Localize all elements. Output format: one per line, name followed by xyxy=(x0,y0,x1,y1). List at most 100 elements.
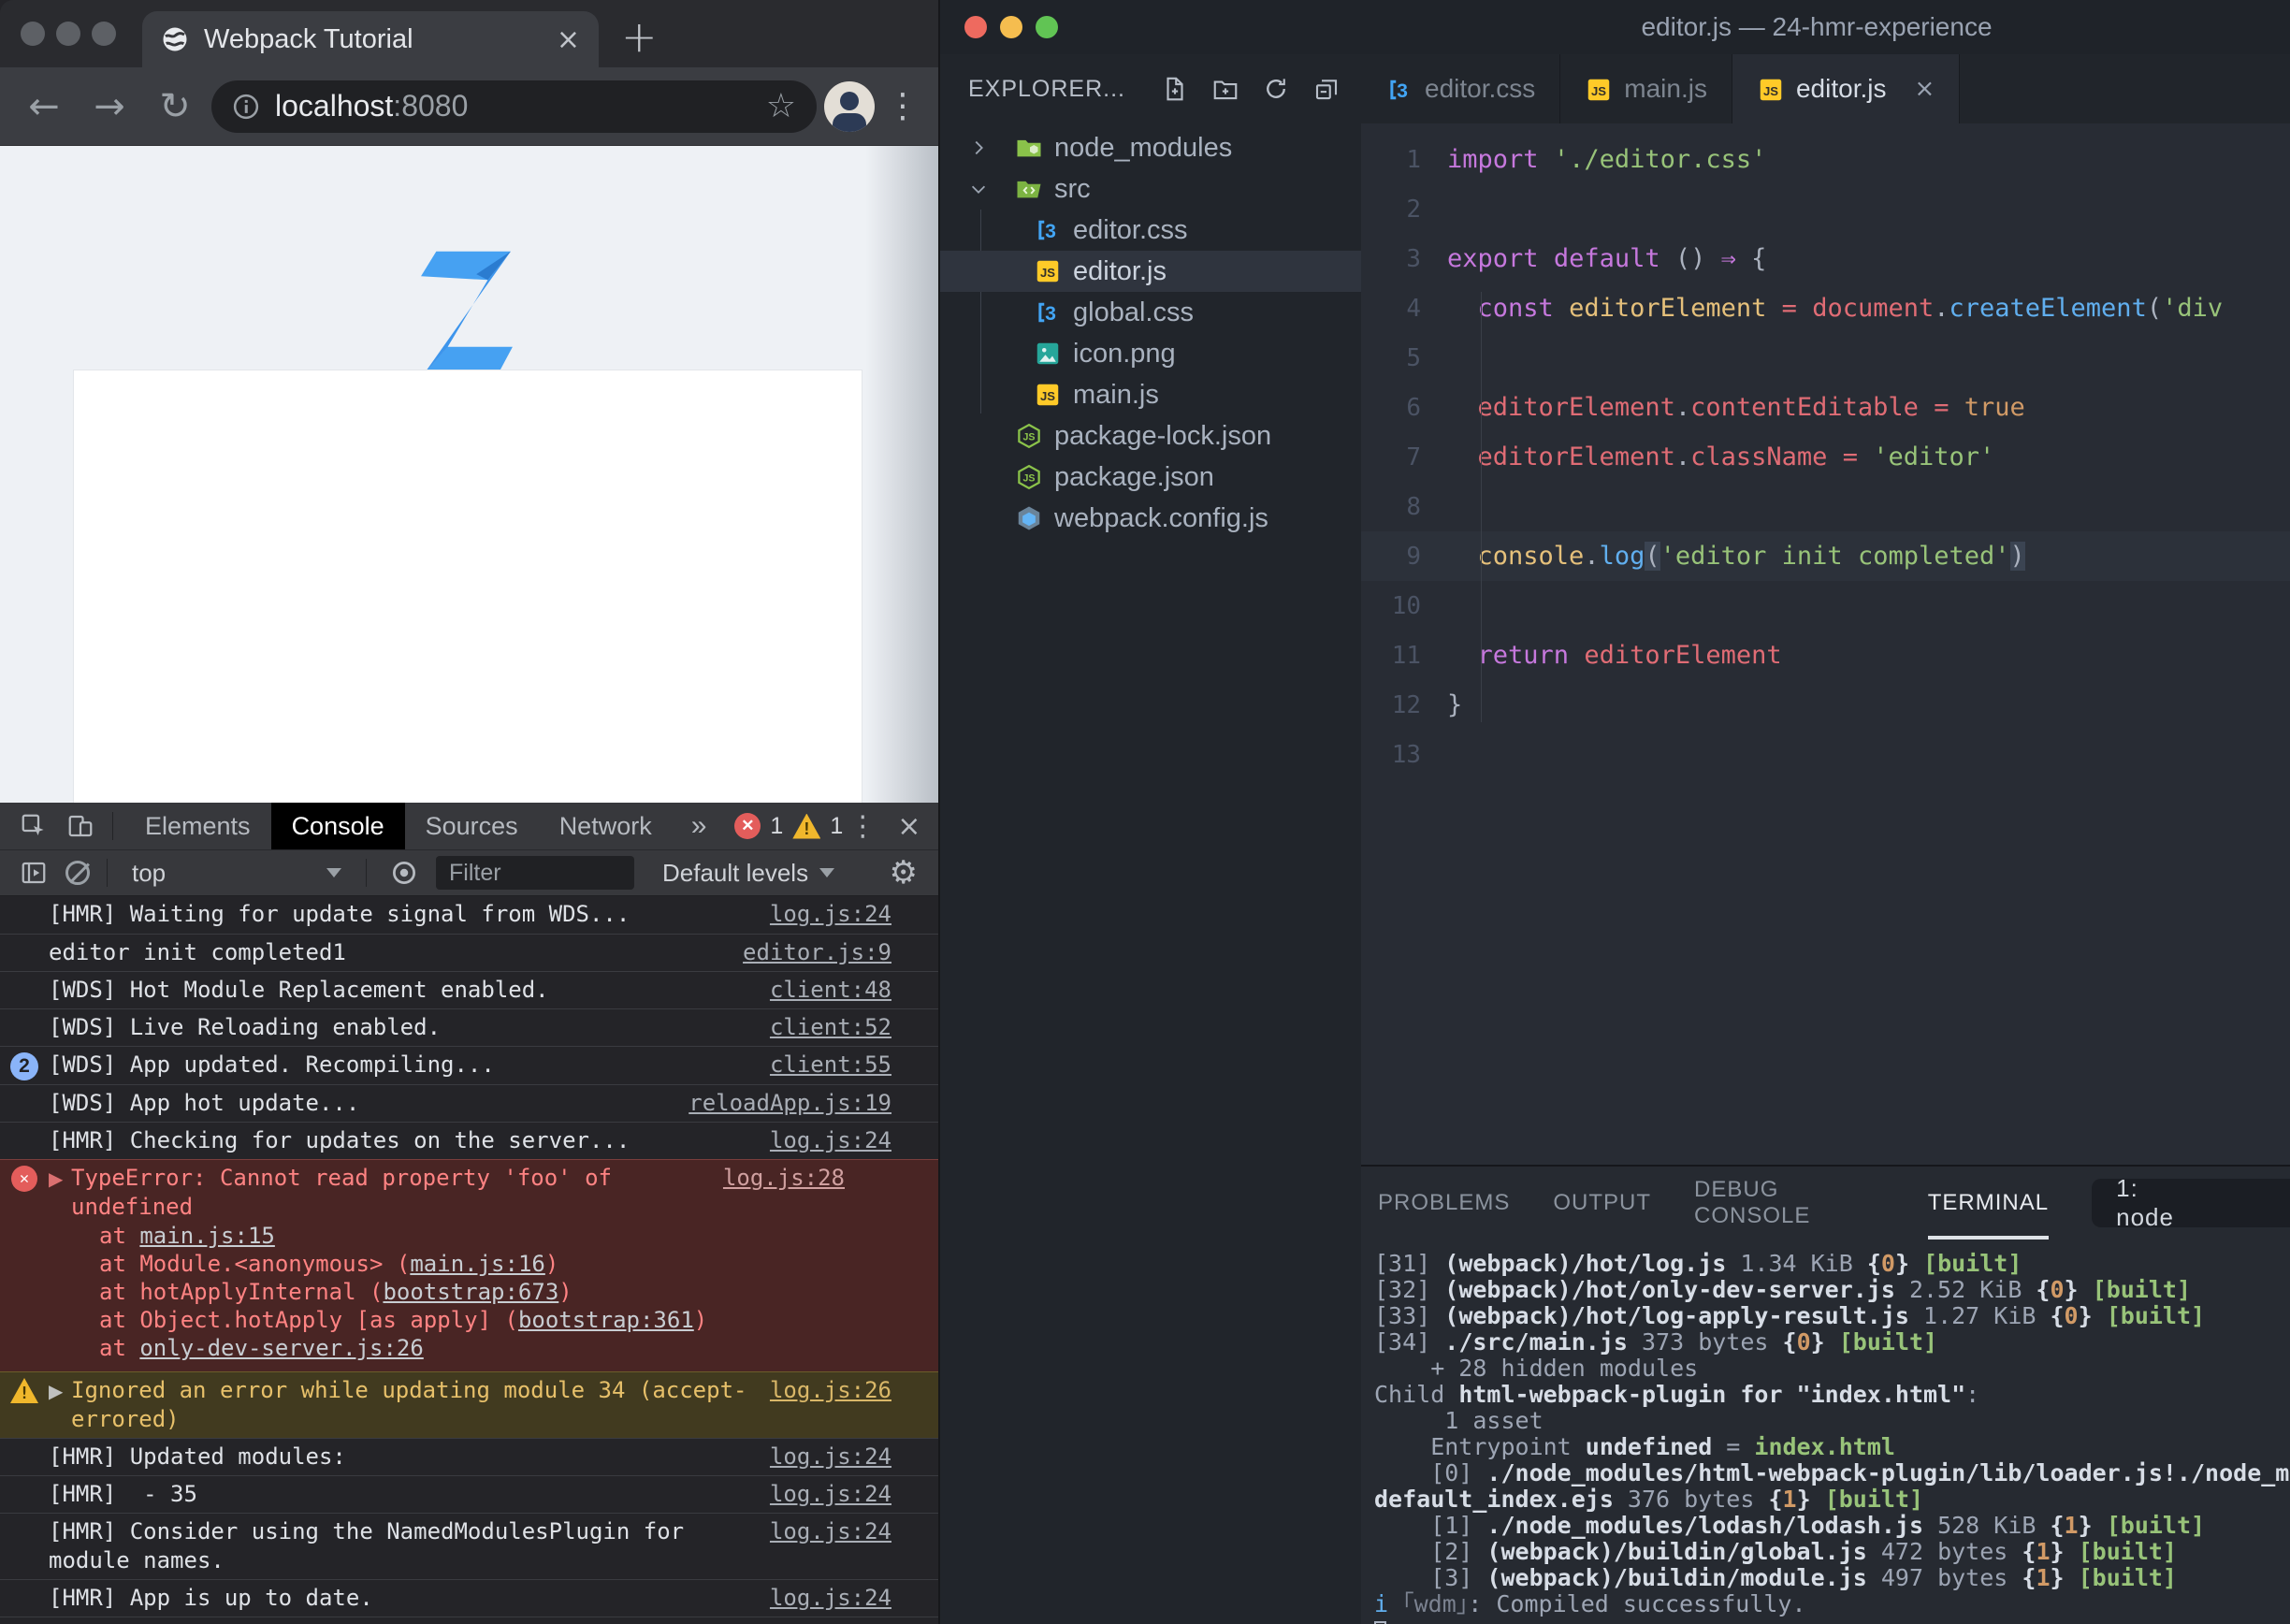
tree-item-label: editor.css xyxy=(1073,214,1188,245)
console-filter-input[interactable] xyxy=(436,856,634,890)
devtools-tab-elements[interactable]: Elements xyxy=(124,803,271,849)
console-source-link[interactable]: log.js:24 xyxy=(770,900,891,929)
browser-tab[interactable]: Webpack Tutorial × xyxy=(142,11,599,67)
console-source-link[interactable]: client:55 xyxy=(770,1051,891,1080)
editor-tab-editor-js[interactable]: JS editor.js × xyxy=(1732,54,1961,123)
eye-icon[interactable] xyxy=(384,859,425,887)
panel-tab-problems[interactable]: PROBLEMS xyxy=(1378,1167,1510,1240)
back-icon[interactable]: ← xyxy=(15,85,73,128)
terminal-line: i ｢wdm｣: Compiled successfully. xyxy=(1374,1590,1806,1617)
console-row-icon-slot xyxy=(0,1584,49,1586)
minimize-window-icon[interactable] xyxy=(1000,16,1022,38)
tree-item-global-css[interactable]: 3 global.css xyxy=(940,292,1361,333)
code-editor[interactable]: 1 import './editor.css' 2 3 export default (… xyxy=(1361,123,2290,1165)
console-row-icon-slot xyxy=(0,1443,49,1444)
kebab-menu-icon[interactable]: ⋮ xyxy=(882,87,923,125)
console-source-link[interactable]: log.js:26 xyxy=(770,1376,891,1405)
terminal-line: [34] ./src/main.js 373 bytes {0} [built] xyxy=(1374,1328,1938,1356)
devtools-kebab-menu-icon[interactable]: ⋮ xyxy=(848,810,877,843)
star-icon[interactable]: ☆ xyxy=(766,87,796,125)
traffic-light-icon[interactable] xyxy=(56,22,80,46)
close-window-icon[interactable] xyxy=(964,16,987,38)
devtools-tab-sources[interactable]: Sources xyxy=(405,803,539,849)
tree-item-editor-css[interactable]: 3 editor.css xyxy=(940,210,1361,251)
more-tabs-icon[interactable]: » xyxy=(678,810,720,842)
console-source-link[interactable]: log.js:24 xyxy=(770,1584,891,1613)
tree-item-src[interactable]: src xyxy=(940,168,1361,210)
tree-item-package-json[interactable]: JS package.json xyxy=(940,457,1361,498)
stack-source-link[interactable]: only-dev-server.js:26 xyxy=(139,1335,423,1361)
collapse-all-icon[interactable] xyxy=(1312,75,1341,103)
stack-source-link[interactable]: bootstrap:361 xyxy=(518,1307,694,1333)
editor-tab-main-js[interactable]: JS main.js xyxy=(1560,54,1732,123)
tree-item-webpack-config-js[interactable]: webpack.config.js xyxy=(940,498,1361,539)
device-toolbar-icon[interactable] xyxy=(60,812,101,840)
devtools-close-icon[interactable]: × xyxy=(897,810,920,843)
svg-text:JS: JS xyxy=(1040,266,1055,280)
console-source-link[interactable]: log.js:28 xyxy=(723,1164,845,1193)
forward-icon[interactable]: → xyxy=(80,85,138,128)
bottom-panel: 1: node PROBLEMS OUTPUT DEBUG CONSOLE TERMI… xyxy=(1361,1165,2290,1624)
avatar[interactable] xyxy=(824,80,875,132)
console-log-row: [WDS] App hot update... reloadApp.js:19 xyxy=(0,1084,938,1122)
tree-item-main-js[interactable]: JS main.js xyxy=(940,374,1361,415)
reload-icon[interactable]: ↻ xyxy=(146,85,204,128)
terminal-line: Entrypoint undefined = index.html xyxy=(1374,1433,1895,1460)
console-source-link[interactable]: client:52 xyxy=(770,1013,891,1042)
console-source-link[interactable]: log.js:24 xyxy=(770,1480,891,1509)
code-line: 4 const editorElement = document.createE… xyxy=(1361,283,2290,333)
stack-source-link[interactable]: main.js:15 xyxy=(139,1223,275,1249)
gear-icon[interactable]: ⚙ xyxy=(890,854,925,892)
console-log-text: [HMR] Consider using the NamedModulesPlu… xyxy=(49,1518,698,1573)
console-source-link[interactable]: reloadApp.js:19 xyxy=(688,1089,891,1118)
close-tab-icon[interactable]: × xyxy=(557,23,580,56)
tree-item-editor-js[interactable]: JS editor.js xyxy=(940,251,1361,292)
divider xyxy=(366,859,367,887)
tree-item-node-modules[interactable]: node_modules xyxy=(940,127,1361,168)
terminal-selector[interactable]: 1: node xyxy=(2092,1174,2290,1231)
expand-caret-icon[interactable]: ▶ xyxy=(49,1164,71,1190)
console-sidebar-icon[interactable] xyxy=(13,859,54,887)
context-selector[interactable]: top xyxy=(124,859,349,888)
svg-text:3: 3 xyxy=(1397,80,1408,102)
devtools-tab-network[interactable]: Network xyxy=(539,803,673,849)
panel-tab-terminal[interactable]: TERMINAL xyxy=(1927,1167,2050,1240)
new-tab-icon[interactable]: + xyxy=(621,11,658,62)
clear-console-icon[interactable] xyxy=(65,861,90,885)
tree-item-icon-png[interactable]: icon.png xyxy=(940,333,1361,374)
editor-tab-editor-css[interactable]: 3 editor.css xyxy=(1361,54,1561,123)
console-source-link[interactable]: editor.js:9 xyxy=(743,938,891,967)
devtools-tab-console[interactable]: Console xyxy=(270,803,405,849)
traffic-light-icon[interactable] xyxy=(92,22,116,46)
terminal-output[interactable]: [31] (webpack)/hot/log.js 1.34 KiB {0} [… xyxy=(1361,1240,2290,1624)
traffic-light-icon[interactable] xyxy=(21,22,45,46)
folderSrc-file-icon xyxy=(1015,175,1043,203)
expand-caret-icon[interactable]: ▶ xyxy=(49,1376,71,1402)
tree-item-package-lock-json[interactable]: JS package-lock.json xyxy=(940,415,1361,457)
zoom-window-icon[interactable] xyxy=(1036,16,1058,38)
console-prompt[interactable] xyxy=(0,1617,938,1624)
console-source-link[interactable]: log.js:24 xyxy=(770,1443,891,1472)
console-source-link[interactable]: log.js:24 xyxy=(770,1126,891,1155)
editor-tab-label: editor.css xyxy=(1425,74,1536,103)
new-file-icon[interactable] xyxy=(1161,75,1189,103)
new-folder-icon[interactable] xyxy=(1211,75,1239,103)
info-icon[interactable] xyxy=(232,93,260,121)
code-line: 13 xyxy=(1361,730,2290,779)
explorer-header: EXPLORER... xyxy=(940,54,1361,123)
panel-tab-output[interactable]: OUTPUT xyxy=(1553,1167,1651,1240)
js-file-icon: JS xyxy=(1034,257,1062,285)
refresh-icon[interactable] xyxy=(1262,75,1290,103)
console-source-link[interactable]: log.js:24 xyxy=(770,1517,891,1546)
inspect-icon[interactable] xyxy=(13,812,54,840)
address-bar[interactable]: localhost:8080 ☆ xyxy=(211,80,817,133)
console-source-link[interactable]: client:48 xyxy=(770,976,891,1005)
log-levels-selector[interactable]: Default levels xyxy=(662,859,835,888)
stack-source-link[interactable]: main.js:16 xyxy=(410,1251,545,1277)
devtools-issue-badges[interactable]: ✕ 1 ! 1 xyxy=(734,813,843,840)
close-tab-icon[interactable]: × xyxy=(1914,75,1935,103)
editor-content-box[interactable] xyxy=(73,370,862,803)
stack-source-link[interactable]: bootstrap:673 xyxy=(383,1279,558,1305)
panel-tab-debug-console[interactable]: DEBUG CONSOLE xyxy=(1694,1167,1885,1240)
tree-item-label: editor.js xyxy=(1073,255,1167,286)
